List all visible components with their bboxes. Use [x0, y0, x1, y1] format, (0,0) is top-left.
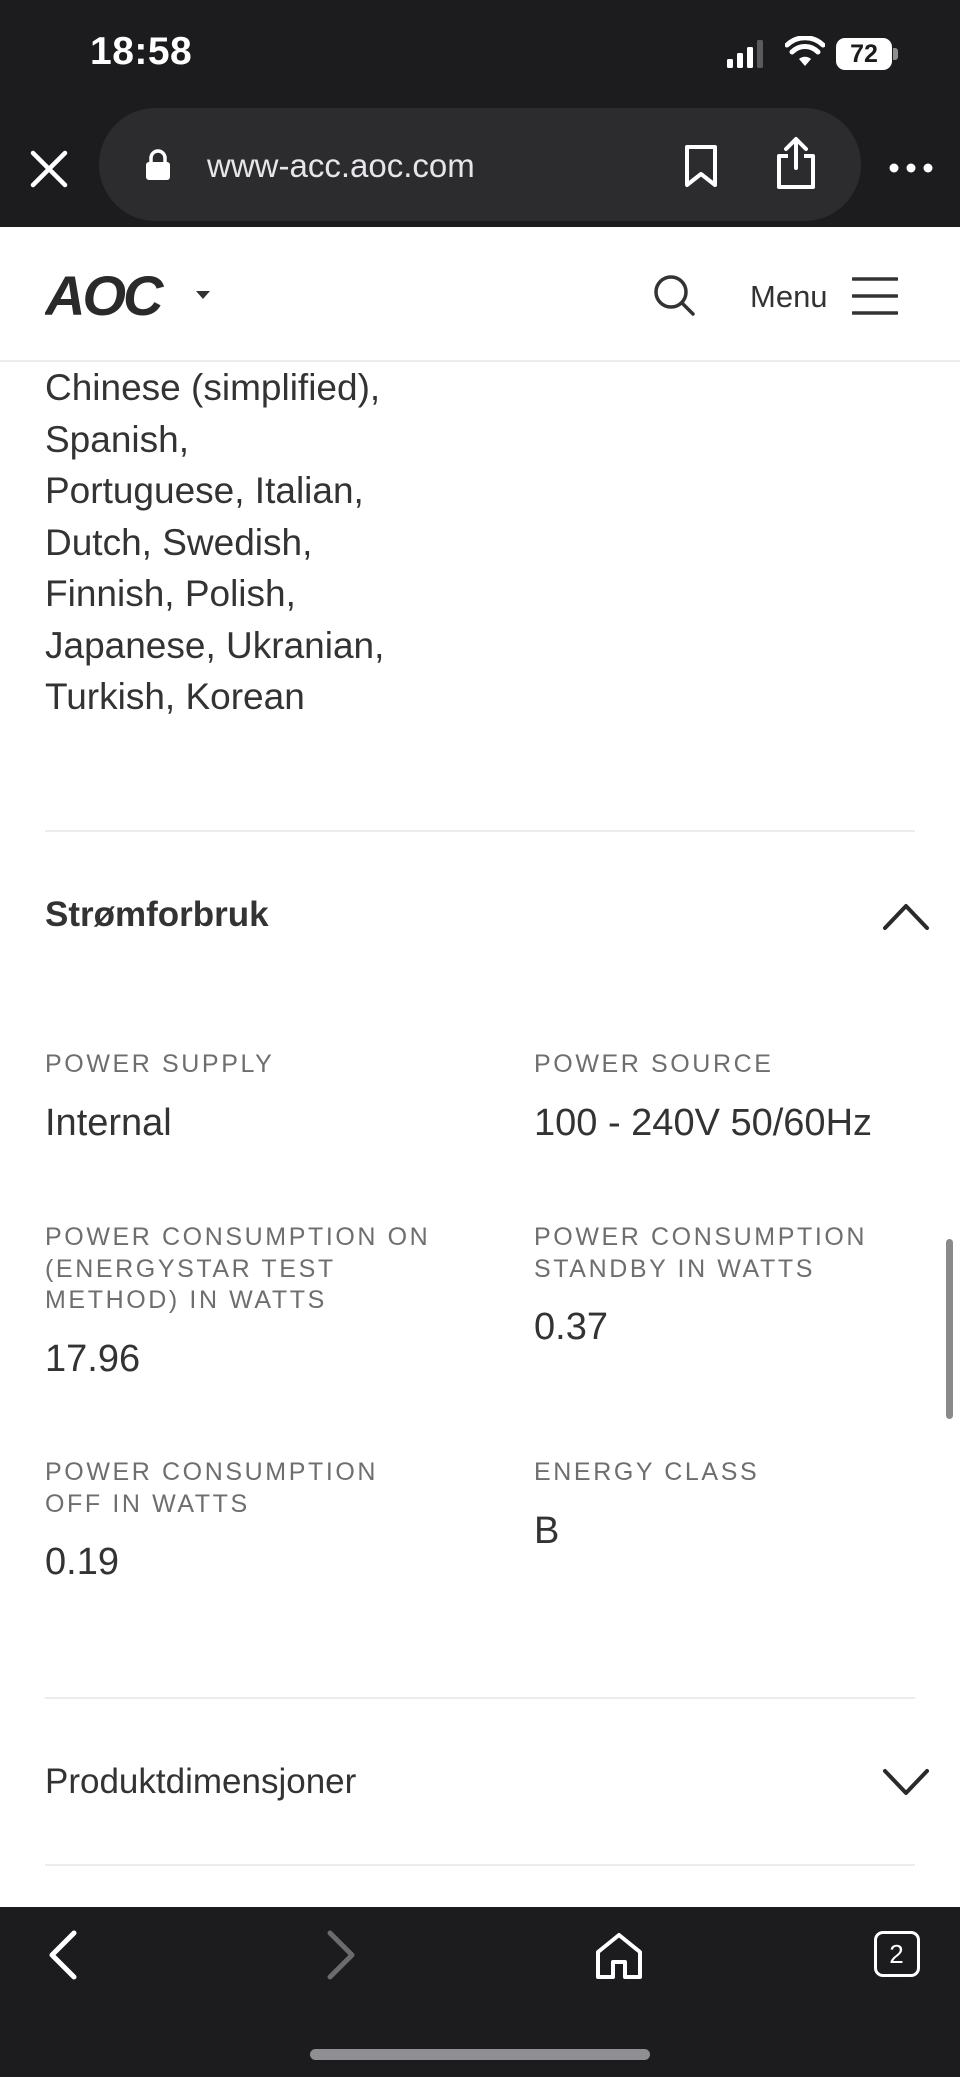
spec-label-consumption-off: POWER CONSUMPTION OFF IN WATTS	[45, 1458, 379, 1518]
site-header: AOC Menu	[0, 227, 960, 362]
aoc-logo[interactable]: AOC	[45, 271, 185, 317]
more-icon[interactable]	[888, 162, 934, 174]
chevron-up-icon[interactable]	[882, 901, 930, 931]
url-text[interactable]: www-acc.aoc.com	[207, 147, 475, 185]
language-line: Japanese, Ukranian,	[45, 624, 385, 666]
status-bar: 18:58 72	[0, 0, 960, 106]
menu-label[interactable]: Menu	[750, 279, 828, 315]
battery-level: 72	[850, 40, 878, 68]
battery-icon: 72	[836, 38, 898, 70]
language-line: Chinese (simplified),	[45, 367, 381, 408]
spec-label-energy-class: ENERGY CLASS	[534, 1458, 760, 1486]
language-line: Finnish, Polish,	[45, 573, 296, 614]
spec-value-power-supply: Internal	[45, 1102, 172, 1144]
section-title-power[interactable]: Strømforbruk	[45, 895, 269, 935]
spec-value-consumption-standby: 0.37	[534, 1306, 608, 1348]
scrollbar[interactable]	[946, 1239, 953, 1419]
svg-text:AOC: AOC	[45, 271, 165, 317]
search-icon[interactable]	[652, 273, 696, 317]
share-icon[interactable]	[773, 136, 819, 190]
browser-bottom-nav: 2	[0, 1907, 960, 2077]
section-divider	[45, 1864, 915, 1866]
bookmark-icon[interactable]	[681, 144, 721, 188]
spec-value-consumption-on: 17.96	[45, 1338, 141, 1380]
spec-label-power-supply: POWER SUPPLY	[45, 1050, 275, 1078]
wifi-icon	[785, 36, 825, 66]
section-title-dimensions[interactable]: Produktdimensjoner	[45, 1762, 356, 1802]
language-line: Spanish,	[45, 418, 189, 460]
language-line: Turkish, Korean	[45, 676, 305, 717]
hamburger-menu-icon[interactable]	[852, 276, 898, 316]
spec-value-power-source: 100 - 240V 50/60Hz	[534, 1102, 873, 1144]
lock-icon	[146, 149, 170, 180]
spec-label-power-source: POWER SOURCE	[534, 1050, 774, 1078]
supported-languages-list: Chinese (simplified), Spanish, Portugues…	[45, 362, 465, 723]
close-icon[interactable]	[26, 146, 72, 192]
spec-value-consumption-off: 0.19	[45, 1541, 119, 1583]
section-divider	[45, 830, 915, 832]
address-bar[interactable]: www-acc.aoc.com	[99, 108, 861, 221]
forward-arrow-icon[interactable]	[320, 1929, 360, 1981]
chevron-down-icon[interactable]	[196, 291, 210, 299]
browser-toolbar: www-acc.aoc.com	[0, 106, 960, 227]
spec-label-consumption-standby: POWER CONSUMPTION STANDBY IN WATTS	[534, 1223, 868, 1283]
spec-label-consumption-on: POWER CONSUMPTION ON (ENERGYSTAR TEST ME…	[45, 1223, 431, 1314]
home-indicator	[310, 2049, 650, 2060]
home-icon[interactable]	[594, 1931, 644, 1981]
language-line: Dutch, Swedish,	[45, 521, 313, 563]
cellular-signal-icon	[727, 40, 763, 68]
back-arrow-icon[interactable]	[44, 1929, 84, 1981]
chevron-down-icon[interactable]	[882, 1767, 930, 1797]
section-divider	[45, 1697, 915, 1699]
tab-count: 2	[889, 1939, 904, 1969]
language-line: Portuguese, Italian,	[45, 470, 364, 511]
tabs-icon[interactable]: 2	[874, 1931, 920, 1977]
spec-value-energy-class: B	[534, 1510, 560, 1552]
status-time: 18:58	[90, 30, 193, 73]
